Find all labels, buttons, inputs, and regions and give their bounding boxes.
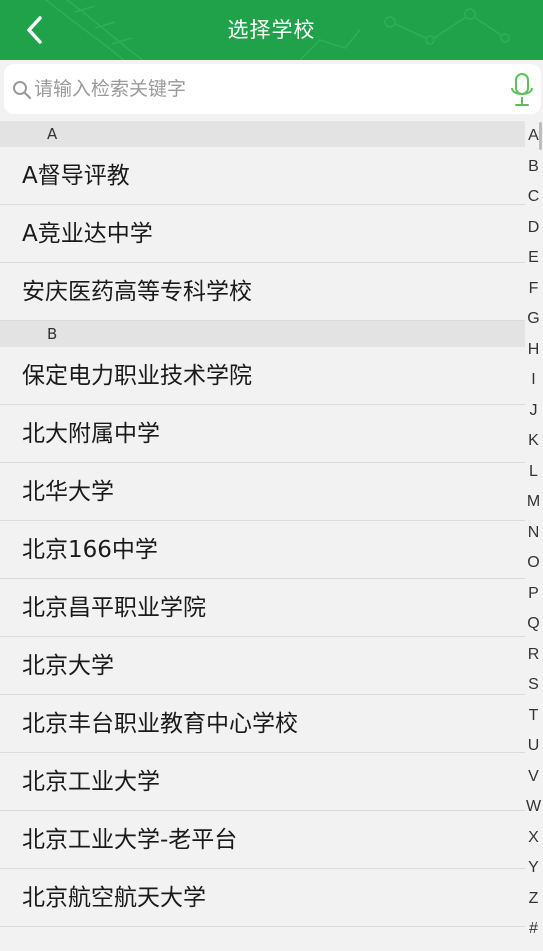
section-header-b: B	[0, 321, 525, 347]
section-header-a: A	[0, 121, 525, 147]
list-item[interactable]: 北京大学	[0, 637, 525, 695]
alphabet-index-bar[interactable]: A B C D E F G H I J K L M N O P Q R S T …	[524, 121, 543, 946]
index-letter[interactable]: #	[524, 914, 543, 944]
index-letter[interactable]: Y	[524, 853, 543, 883]
list-item[interactable]: 北大附属中学	[0, 405, 525, 463]
microphone-icon[interactable]	[510, 72, 534, 108]
index-letter[interactable]: G	[524, 304, 543, 334]
index-letter[interactable]: Z	[524, 884, 543, 914]
index-letter[interactable]: X	[524, 823, 543, 853]
search-input[interactable]	[34, 73, 494, 105]
list-item[interactable]: 北京工业大学-老平台	[0, 811, 525, 869]
index-letter[interactable]: D	[524, 213, 543, 243]
list-item[interactable]: 保定电力职业技术学院	[0, 347, 525, 405]
list-item[interactable]: 北华大学	[0, 463, 525, 521]
index-letter[interactable]: S	[524, 670, 543, 700]
list-item[interactable]: 安庆医药高等专科学校	[0, 263, 525, 321]
index-letter[interactable]: V	[524, 762, 543, 792]
list-item[interactable]: 北京166中学	[0, 521, 525, 579]
index-letter[interactable]: N	[524, 518, 543, 548]
list-item[interactable]: 北京工业大学	[0, 753, 525, 811]
index-letter[interactable]: E	[524, 243, 543, 273]
index-letter[interactable]: K	[524, 426, 543, 456]
index-letter[interactable]: F	[524, 274, 543, 304]
search-area	[0, 60, 543, 122]
magnifier-icon	[13, 81, 32, 100]
list-item[interactable]: 北京丰台职业教育中心学校	[0, 695, 525, 753]
index-letter[interactable]: W	[524, 792, 543, 822]
index-letter[interactable]: T	[524, 701, 543, 731]
list-item[interactable]: 北京航空航天大学	[0, 869, 525, 927]
index-letter[interactable]: M	[524, 487, 543, 517]
index-letter[interactable]: P	[524, 579, 543, 609]
index-letter[interactable]: U	[524, 731, 543, 761]
school-list[interactable]: A A督导评教 A竞业达中学 安庆医药高等专科学校 B 保定电力职业技术学院 北…	[0, 121, 525, 951]
page: 选择学校 A A督导评教 A竞业达中学 安庆医药高等专科学校 B 保定电力职业技…	[0, 0, 543, 951]
index-letter[interactable]: H	[524, 335, 543, 365]
index-letter[interactable]: J	[524, 396, 543, 426]
list-item[interactable]: A竞业达中学	[0, 205, 525, 263]
list-item[interactable]: 北京昌平职业学院	[0, 579, 525, 637]
scrollbar[interactable]	[539, 122, 542, 150]
index-letter[interactable]: I	[524, 365, 543, 395]
index-letter[interactable]: O	[524, 548, 543, 578]
index-letter[interactable]: Q	[524, 609, 543, 639]
top-bar: 选择学校	[0, 0, 543, 60]
page-title: 选择学校	[227, 18, 316, 42]
search-box	[4, 64, 541, 114]
index-letter[interactable]: B	[524, 152, 543, 182]
index-letter[interactable]: L	[524, 457, 543, 487]
index-letter[interactable]: R	[524, 640, 543, 670]
index-letter[interactable]: C	[524, 182, 543, 212]
list-item[interactable]: A督导评教	[0, 147, 525, 205]
